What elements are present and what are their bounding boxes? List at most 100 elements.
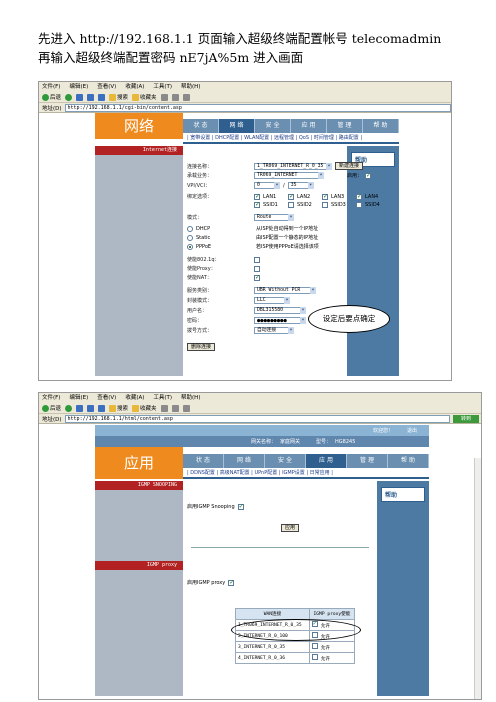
mode-select[interactable]: Route <box>254 214 294 221</box>
back-button[interactable]: 后退 <box>42 93 61 101</box>
dial-row: 拨号方式： 自动连接 <box>187 327 294 334</box>
delete-connection-button[interactable]: 删除连接 <box>187 343 216 351</box>
menu-tools[interactable]: 工具(T) <box>153 393 172 403</box>
nav-network[interactable]: 网 络 <box>224 454 265 468</box>
conn-name-row: 连接名称： 1_TR069_INTERNET_R_0_35 新建连接 <box>187 162 364 170</box>
snooping-checkbox[interactable] <box>237 503 244 510</box>
nat-checkbox[interactable] <box>254 274 260 281</box>
sub-nav[interactable]: | DDNS配置 | 高级NAT配置 | UPnP配置 | IGMP设置 | 日… <box>183 468 429 479</box>
favorites-button[interactable]: 收藏夹 <box>132 404 157 412</box>
go-button[interactable]: 转到 <box>453 414 479 423</box>
username-input[interactable]: DBL315580 <box>254 307 306 314</box>
menu-view[interactable]: 查看(V) <box>97 393 116 403</box>
search-button[interactable]: 搜索 <box>109 93 128 101</box>
nav-management[interactable]: 管 理 <box>327 119 363 133</box>
help-panel: 帮助 <box>347 146 399 376</box>
nav-help[interactable]: 帮 助 <box>363 119 399 133</box>
forward-icon[interactable] <box>65 93 73 101</box>
static-row: Static 由ISP配置一个静态的IP地址 <box>187 234 318 241</box>
encap-row: 封装模式： LLC <box>187 297 290 304</box>
stop-icon[interactable] <box>76 404 84 412</box>
apply-button[interactable]: 应用 <box>281 524 300 532</box>
history-icon[interactable] <box>160 404 168 412</box>
enable-checkbox[interactable] <box>365 172 371 179</box>
lan3-checkbox[interactable] <box>322 193 328 200</box>
nav-status[interactable]: 状 态 <box>183 454 224 468</box>
ssid-row: SSID1 SSID2 SSID3 SSID4 <box>254 201 380 208</box>
print-icon[interactable] <box>182 93 190 101</box>
proxy-row: 启用IGMP proxy <box>187 579 234 587</box>
ssid4-checkbox[interactable] <box>356 202 362 208</box>
exit-link[interactable]: 退出 <box>407 427 417 434</box>
table-row: 4_INTERNET_R_0_36 允许 <box>235 652 356 664</box>
service-type-select[interactable]: UBR Without PCR <box>254 287 316 294</box>
row-checkbox[interactable] <box>311 643 318 649</box>
menu-favorites[interactable]: 收藏(A) <box>125 82 144 92</box>
lan2-checkbox[interactable] <box>288 193 294 200</box>
refresh-icon[interactable] <box>87 404 95 412</box>
address-input[interactable]: http://192.168.1.1/html/content.asp <box>64 414 450 423</box>
vpi-row: VPI/VCI： 0 / 35 <box>187 182 314 189</box>
menu-tools[interactable]: 工具(T) <box>153 82 172 92</box>
service-select[interactable]: TR069_INTERNET <box>254 172 324 179</box>
home-icon[interactable] <box>98 93 106 101</box>
ssid3-checkbox[interactable] <box>322 202 328 208</box>
wan-name: 3_INTERNET_R_0_35 <box>235 641 310 653</box>
ssid2-checkbox[interactable] <box>288 202 294 208</box>
nav-application[interactable]: 应 用 <box>306 454 347 468</box>
mail-icon[interactable] <box>171 404 179 412</box>
row-checkbox[interactable] <box>311 654 318 660</box>
vci-input[interactable]: 35 <box>287 182 314 189</box>
nav-status[interactable]: 状 态 <box>183 119 219 133</box>
menu-file[interactable]: 文件(F) <box>42 393 60 403</box>
lan4-checkbox[interactable] <box>356 193 362 200</box>
8021q-checkbox[interactable] <box>254 256 260 263</box>
menu-edit[interactable]: 编辑(E) <box>69 82 88 92</box>
left-column: Internet连接 <box>95 146 183 376</box>
snooping-row: 启用IGMP Snooping <box>187 503 244 511</box>
static-radio[interactable] <box>187 234 193 241</box>
history-icon[interactable] <box>160 93 168 101</box>
router-page: 欢迎您！ 退出 网关名称： 家庭网关 型号： HG8245 应用 状 态 网 络… <box>39 424 481 699</box>
menu-help[interactable]: 帮助(H) <box>181 393 200 403</box>
nav-security[interactable]: 安 全 <box>255 119 291 133</box>
nav-management[interactable]: 管 理 <box>347 454 388 468</box>
menu-bar: 文件(F) 编辑(E) 查看(V) 收藏(A) 工具(T) 帮助(H) <box>39 82 451 92</box>
proxy-checkbox[interactable] <box>254 265 260 272</box>
sub-nav[interactable]: | 宽带设置 | DHCP配置 | WLAN配置 | 远程管理 | QoS | … <box>183 133 399 144</box>
forward-icon[interactable] <box>65 404 73 412</box>
menu-view[interactable]: 查看(V) <box>97 82 116 92</box>
scrollbar[interactable] <box>474 458 481 699</box>
nav-application[interactable]: 应 用 <box>291 119 327 133</box>
dial-select[interactable]: 自动连接 <box>254 327 294 334</box>
new-connection-button[interactable]: 新建连接 <box>335 162 364 170</box>
favorites-button[interactable]: 收藏夹 <box>132 93 157 101</box>
refresh-icon[interactable] <box>87 93 95 101</box>
search-button[interactable]: 搜索 <box>109 404 128 412</box>
menu-file[interactable]: 文件(F) <box>42 82 60 92</box>
password-input[interactable]: ●●●●●●●●● <box>254 317 306 324</box>
address-input[interactable]: http://192.168.1.1/cgi-bin/content.asp <box>64 103 451 112</box>
print-icon[interactable] <box>182 404 190 412</box>
menu-bar: 文件(F) 编辑(E) 查看(V) 收藏(A) 工具(T) 帮助(H) <box>39 393 481 403</box>
conn-name-select[interactable]: 1_TR069_INTERNET_R_0_35 <box>254 162 332 170</box>
ssid1-checkbox[interactable] <box>254 201 260 208</box>
menu-favorites[interactable]: 收藏(A) <box>125 393 144 403</box>
nav-security[interactable]: 安 全 <box>265 454 306 468</box>
encap-select[interactable]: LLC <box>254 297 290 304</box>
back-button[interactable]: 后退 <box>42 404 61 412</box>
stop-icon[interactable] <box>76 93 84 101</box>
dhcp-radio[interactable] <box>187 225 193 232</box>
lan1-checkbox[interactable] <box>254 193 260 200</box>
vpi-input[interactable]: 0 <box>254 182 280 189</box>
nav-network[interactable]: 网 络 <box>219 119 255 133</box>
search-icon <box>109 404 117 412</box>
pppoe-radio[interactable] <box>187 243 193 250</box>
nav-help[interactable]: 帮 助 <box>388 454 429 468</box>
mail-icon[interactable] <box>171 93 179 101</box>
proxy-checkbox[interactable] <box>228 579 234 586</box>
home-icon[interactable] <box>98 404 106 412</box>
menu-help[interactable]: 帮助(H) <box>181 82 200 92</box>
address-bar: 地址(D) http://192.168.1.1/cgi-bin/content… <box>39 103 451 113</box>
menu-edit[interactable]: 编辑(E) <box>69 393 88 403</box>
